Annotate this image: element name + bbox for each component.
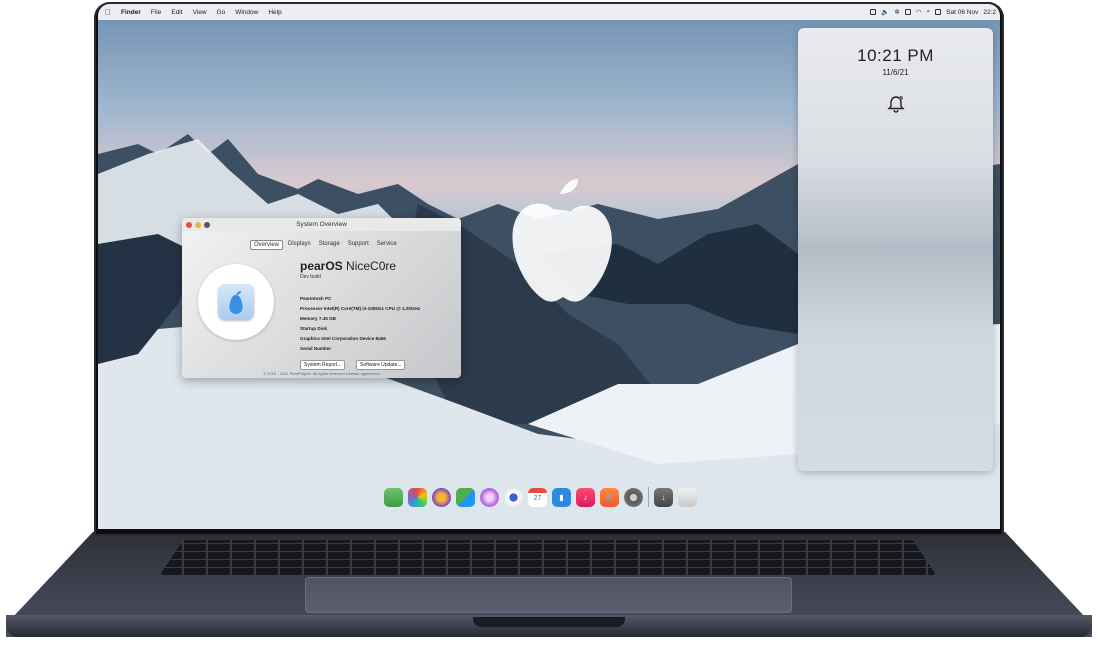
os-name-bold: pearOS: [300, 259, 343, 273]
tab-support[interactable]: Support: [345, 240, 372, 250]
menu-edit[interactable]: Edit: [168, 9, 189, 16]
menu-finder[interactable]: Finder: [118, 9, 148, 16]
keyboard: [160, 540, 936, 575]
dock-separator: [648, 487, 649, 507]
window-title: System Overview: [296, 221, 347, 228]
calendar-icon[interactable]: 27: [528, 487, 547, 507]
tab-storage[interactable]: Storage: [316, 240, 343, 250]
minimize-button[interactable]: [195, 221, 201, 228]
system-report-button[interactable]: System Report...: [300, 360, 346, 370]
trackpad: [305, 577, 792, 613]
spec-startup-disk: Startup Disk: [300, 326, 328, 331]
maximize-button[interactable]: [204, 221, 210, 228]
menu-bar:  Finder File Edit View Go Window Help 🔈…: [98, 4, 1000, 20]
volume-icon[interactable]: 🔈: [881, 8, 889, 16]
pear-icon: [218, 284, 254, 320]
maps-icon[interactable]: [456, 487, 475, 507]
spec-serial: Serial Number: [300, 346, 332, 351]
battery-icon[interactable]: [904, 9, 911, 15]
notification-center: 10:21 PM 11/6/21: [798, 28, 993, 471]
window-tabs: Overview Displays Storage Support Servic…: [250, 240, 400, 250]
settings-icon[interactable]: [624, 487, 643, 507]
dock: 27 ▮ ♪ 🛒 ↓: [376, 482, 718, 512]
menu-file[interactable]: File: [148, 9, 168, 16]
software-update-button[interactable]: Software Update...: [356, 360, 406, 370]
search-icon[interactable]: ⌕: [927, 8, 931, 16]
firefox-icon[interactable]: [432, 487, 451, 507]
downloads-icon[interactable]: ↓: [654, 487, 673, 507]
tab-displays[interactable]: Displays: [285, 240, 314, 250]
notification-time: 10:21 PM: [857, 46, 934, 65]
spec-processor: Processor Intel(R) Core(TM) i3-1005G1 CP…: [300, 306, 421, 311]
spec-graphics: Graphics Intel Corporation Device 8a56: [300, 336, 386, 341]
spec-model: PearIntosh PC: [300, 296, 332, 301]
podcasts-icon[interactable]: [480, 487, 499, 507]
status-tray: 🔈 ✲ ◠ ⌕ Sat 06 Nov 22:2: [870, 8, 1000, 16]
desktop-screen:  Finder File Edit View Go Window Help 🔈…: [98, 4, 1000, 529]
system-overview-window: System Overview Overview Displays Storag…: [182, 218, 461, 378]
spec-list: PearIntosh PC Processor Intel(R) Core(TM…: [300, 294, 420, 354]
apple-icon[interactable]: : [98, 8, 118, 17]
laptop-notch: [473, 617, 625, 627]
os-name-edition: NiceC0re: [346, 259, 397, 273]
music-icon[interactable]: ♪: [576, 487, 595, 507]
os-build: Dev build: [300, 274, 321, 280]
wifi-icon[interactable]: ◠: [916, 8, 922, 16]
notification-date: 11/6/21: [882, 68, 909, 77]
launchpad-icon[interactable]: [408, 487, 427, 507]
bookmarks-icon[interactable]: ▮: [552, 487, 571, 507]
window-titlebar[interactable]: System Overview: [182, 218, 461, 231]
calendar-day: 27: [533, 494, 542, 502]
tab-service[interactable]: Service: [374, 240, 400, 250]
window-footer: © 2019 - 2021 PearProject. All rights re…: [263, 371, 380, 376]
bluetooth-icon[interactable]: ✲: [894, 8, 899, 16]
tab-overview[interactable]: Overview: [250, 240, 284, 250]
os-name: pearOS NiceC0re: [300, 259, 396, 273]
bell-icon[interactable]: [886, 94, 906, 114]
menubar-clock[interactable]: 22:2: [983, 9, 996, 16]
menu-go[interactable]: Go: [214, 9, 233, 16]
store-icon[interactable]: 🛒: [600, 487, 619, 507]
camera-icon[interactable]: [504, 487, 523, 507]
finder-icon[interactable]: [384, 487, 403, 507]
os-logo: [198, 264, 274, 340]
menu-view[interactable]: View: [190, 9, 214, 16]
spec-memory: Memory 7.45 GB: [300, 316, 336, 321]
menu-help[interactable]: Help: [265, 9, 288, 16]
close-button[interactable]: [186, 221, 192, 228]
control-center-icon[interactable]: [935, 9, 942, 15]
menu-window[interactable]: Window: [232, 9, 265, 16]
menubar-date[interactable]: Sat 06 Nov: [946, 9, 978, 16]
screen-icon[interactable]: [870, 9, 877, 15]
trash-icon[interactable]: [678, 487, 697, 507]
